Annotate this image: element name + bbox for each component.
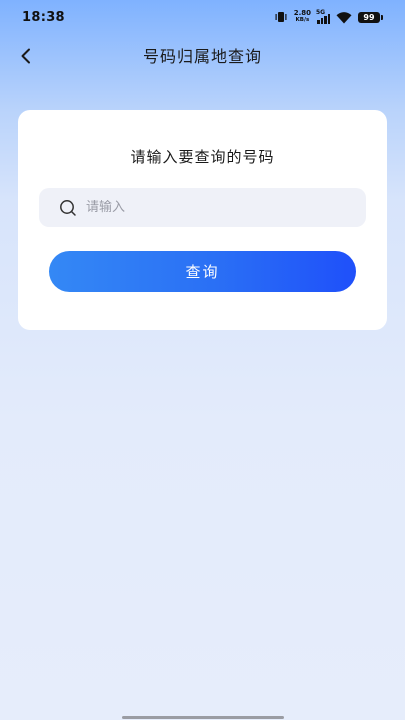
status-bar: 18:38 2.80 KB/s 5G 99 (0, 0, 405, 34)
status-time: 18:38 (22, 9, 65, 25)
search-box[interactable] (39, 188, 366, 227)
page-title: 号码归属地查询 (142, 47, 262, 66)
home-indicator[interactable] (122, 716, 284, 719)
back-button[interactable] (12, 42, 40, 70)
search-input[interactable] (86, 200, 366, 215)
network-speed-unit: KB/s (295, 17, 310, 23)
search-icon (60, 199, 76, 216)
card-title: 请输入要查询的号码 (130, 148, 275, 166)
network-speed-value: 2.80 (293, 9, 311, 17)
query-button[interactable]: 查询 (49, 251, 356, 292)
network-speed: 2.80 KB/s (294, 10, 311, 24)
chevron-left-icon (21, 48, 30, 64)
vibrate-icon (275, 12, 287, 22)
battery-level: 99 (358, 11, 380, 23)
query-card: 请输入要查询的号码 查询 (18, 110, 387, 330)
battery-icon: 99 (358, 11, 383, 23)
signal-label: 5G (316, 9, 326, 16)
cell-signal-icon: 5G (316, 9, 330, 24)
wifi-icon (336, 11, 352, 23)
status-icons: 2.80 KB/s 5G 99 (274, 9, 383, 24)
nav-bar: 号码归属地查询 (0, 34, 405, 76)
